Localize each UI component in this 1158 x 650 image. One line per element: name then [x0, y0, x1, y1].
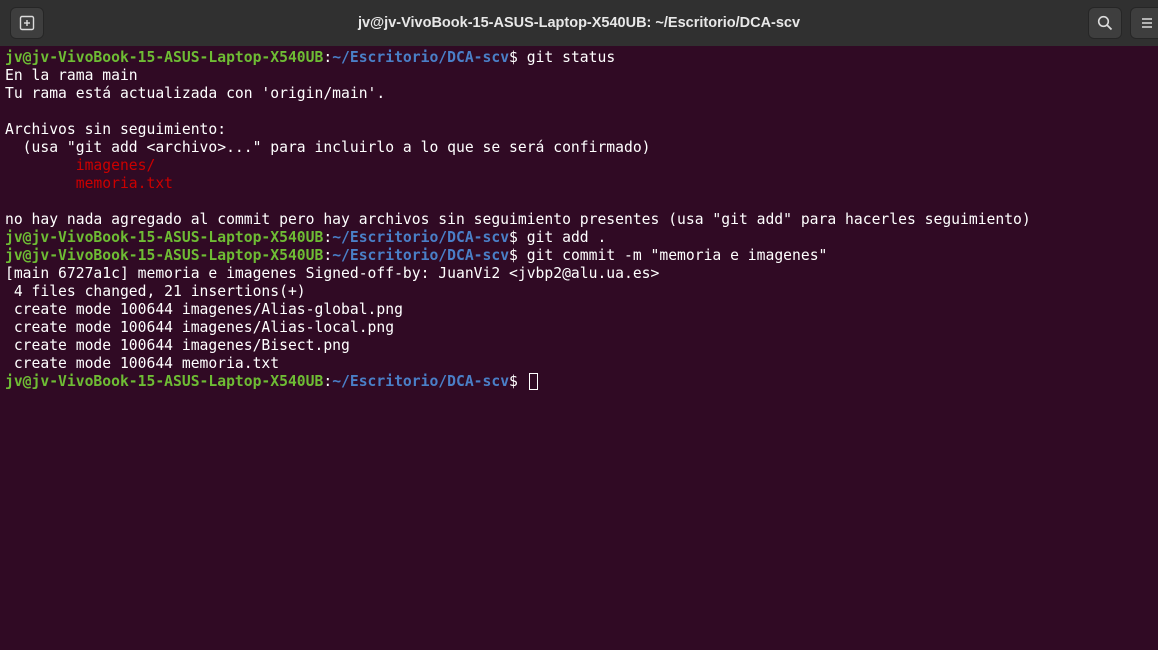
prompt-path: ~/Escritorio/DCA-scv: [332, 229, 510, 246]
output-text: create mode 100644 imagenes/Alias-local.…: [5, 319, 395, 336]
prompt-line: jv@jv-VivoBook-15-ASUS-Laptop-X540UB:~/E…: [5, 49, 1031, 67]
prompt-symbol: $: [509, 373, 527, 390]
menu-button[interactable]: [1130, 7, 1158, 39]
prompt-symbol: $: [509, 49, 527, 66]
output-line: create mode 100644 imagenes/Bisect.png: [5, 337, 1031, 355]
prompt-line: jv@jv-VivoBook-15-ASUS-Laptop-X540UB:~/E…: [5, 373, 1031, 391]
prompt-path: ~/Escritorio/DCA-scv: [332, 49, 510, 66]
output-text: no hay nada agregado al commit pero hay …: [5, 211, 1031, 228]
untracked-file-line: imagenes/: [5, 157, 1031, 175]
output-text: create mode 100644 imagenes/Bisect.png: [5, 337, 350, 354]
untracked-file: imagenes/: [5, 157, 156, 174]
untracked-file: memoria.txt: [5, 175, 174, 192]
command-text: git add .: [526, 229, 607, 246]
terminal-lines: jv@jv-VivoBook-15-ASUS-Laptop-X540UB:~/E…: [5, 49, 1031, 391]
prompt-user-host: jv@jv-VivoBook-15-ASUS-Laptop-X540UB: [5, 247, 324, 264]
new-tab-icon: [19, 15, 35, 31]
output-text: create mode 100644 imagenes/Alias-global…: [5, 301, 403, 318]
output-line: (usa "git add <archivo>..." para incluir…: [5, 139, 1031, 157]
untracked-file-line: memoria.txt: [5, 175, 1031, 193]
output-text: En la rama main: [5, 67, 138, 84]
search-button[interactable]: [1088, 7, 1122, 39]
output-line: En la rama main: [5, 67, 1031, 85]
command-text: git status: [526, 49, 616, 66]
output-line: 4 files changed, 21 insertions(+): [5, 283, 1031, 301]
prompt-user-host: jv@jv-VivoBook-15-ASUS-Laptop-X540UB: [5, 373, 324, 390]
search-icon: [1097, 15, 1113, 31]
output-text: (usa "git add <archivo>..." para incluir…: [5, 139, 651, 156]
output-line: create mode 100644 imagenes/Alias-local.…: [5, 319, 1031, 337]
prompt-user-host: jv@jv-VivoBook-15-ASUS-Laptop-X540UB: [5, 49, 324, 66]
terminal-output[interactable]: jv@jv-VivoBook-15-ASUS-Laptop-X540UB:~/E…: [0, 46, 1158, 650]
output-line: Tu rama está actualizada con 'origin/mai…: [5, 85, 1031, 103]
prompt-symbol: $: [509, 247, 527, 264]
output-line: no hay nada agregado al commit pero hay …: [5, 211, 1031, 229]
prompt-path: ~/Escritorio/DCA-scv: [332, 247, 510, 264]
window-title: jv@jv-VivoBook-15-ASUS-Laptop-X540UB: ~/…: [357, 15, 801, 31]
new-tab-button[interactable]: [10, 7, 44, 39]
output-line: create mode 100644 imagenes/Alias-global…: [5, 301, 1031, 319]
output-text: [main 6727a1c] memoria e imagenes Signed…: [5, 265, 660, 282]
output-text: Archivos sin seguimiento:: [5, 121, 227, 138]
command-text: git commit -m "memoria e imagenes": [526, 247, 828, 264]
prompt-separator: :: [323, 373, 333, 390]
output-text: create mode 100644 memoria.txt: [5, 355, 280, 372]
prompt-path: ~/Escritorio/DCA-scv: [332, 373, 510, 390]
output-line: create mode 100644 memoria.txt: [5, 355, 1031, 373]
prompt-separator: :: [323, 49, 333, 66]
output-text: Tu rama está actualizada con 'origin/mai…: [5, 85, 386, 102]
prompt-line: jv@jv-VivoBook-15-ASUS-Laptop-X540UB:~/E…: [5, 229, 1031, 247]
text-cursor: [528, 373, 538, 390]
output-line: Archivos sin seguimiento:: [5, 121, 1031, 139]
prompt-symbol: $: [509, 229, 527, 246]
title-bar: jv@jv-VivoBook-15-ASUS-Laptop-X540UB: ~/…: [0, 0, 1158, 46]
prompt-user-host: jv@jv-VivoBook-15-ASUS-Laptop-X540UB: [5, 229, 324, 246]
prompt-separator: :: [323, 247, 333, 264]
hamburger-menu-icon: [1140, 16, 1154, 30]
prompt-separator: :: [323, 229, 333, 246]
prompt-line: jv@jv-VivoBook-15-ASUS-Laptop-X540UB:~/E…: [5, 247, 1031, 265]
output-line: [main 6727a1c] memoria e imagenes Signed…: [5, 265, 1031, 283]
output-text: 4 files changed, 21 insertions(+): [5, 283, 306, 300]
